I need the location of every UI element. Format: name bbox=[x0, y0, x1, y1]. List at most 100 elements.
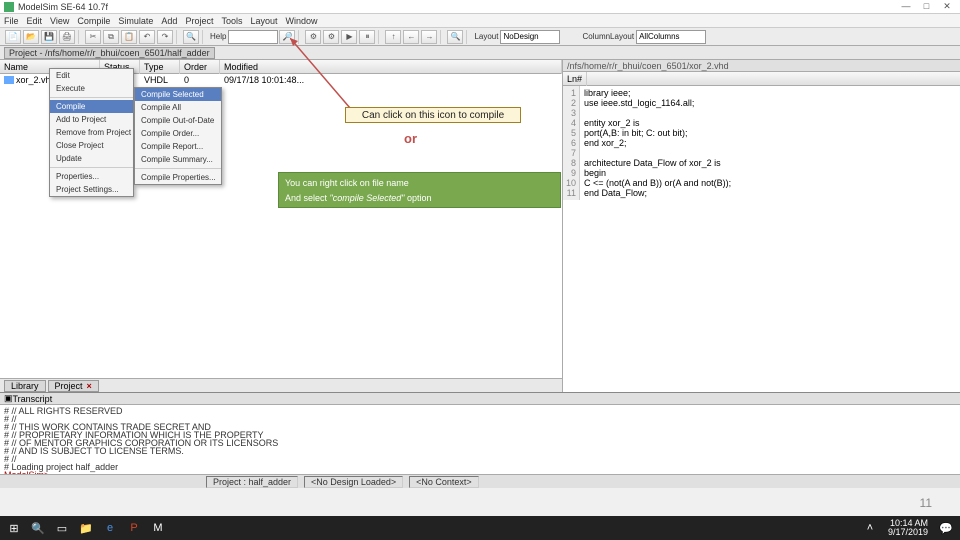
transcript-title: Transcript bbox=[13, 394, 53, 404]
layout-select[interactable] bbox=[500, 30, 560, 44]
paste-button[interactable]: 📋 bbox=[121, 30, 137, 44]
ctx-compile-selected[interactable]: Compile Selected bbox=[135, 88, 221, 101]
nav-back-button[interactable]: ← bbox=[403, 30, 419, 44]
ctx-compile-report[interactable]: Compile Report... bbox=[135, 140, 221, 153]
toolbar-row1: 📄 📂 💾 🖨 ✂ ⧉ 📋 ↶ ↷ 🔍 Help 🔎 ⚙ ⚙ ▶ ⏸ ↑ ← →… bbox=[0, 28, 960, 46]
status-design: <No Design Loaded> bbox=[304, 476, 403, 488]
menu-edit[interactable]: Edit bbox=[27, 16, 43, 26]
code-line: C <= (not(A and B)) or(A and not(B)); bbox=[584, 178, 956, 188]
notification-icon[interactable]: 💬 bbox=[936, 519, 956, 537]
code-editor[interactable]: 1234567891011 library ieee; use ieee.std… bbox=[563, 86, 960, 200]
ctx-compile-properties[interactable]: Compile Properties... bbox=[135, 171, 221, 184]
ctx-edit[interactable]: Edit bbox=[50, 69, 133, 82]
status-context: <No Context> bbox=[409, 476, 479, 488]
maximize-button[interactable]: □ bbox=[917, 1, 935, 11]
toolbar-separator bbox=[378, 30, 382, 44]
menu-window[interactable]: Window bbox=[286, 16, 318, 26]
col-type[interactable]: Type bbox=[140, 60, 180, 74]
ie-icon[interactable]: e bbox=[100, 519, 120, 537]
simulate-button[interactable]: ▶ bbox=[341, 30, 357, 44]
new-button[interactable]: 📄 bbox=[5, 30, 21, 44]
tab-library[interactable]: Library bbox=[4, 380, 46, 392]
code-line: architecture Data_Flow of xor_2 is bbox=[584, 158, 956, 168]
code-body[interactable]: library ieee; use ieee.std_logic_1164.al… bbox=[580, 86, 960, 200]
context-menu-compile: Compile Selected Compile All Compile Out… bbox=[134, 87, 222, 185]
transcript-title-icon: ▣ bbox=[4, 393, 13, 404]
app-logo-icon bbox=[4, 2, 14, 12]
menu-compile[interactable]: Compile bbox=[77, 16, 110, 26]
code-line: library ieee; bbox=[584, 88, 956, 98]
ctx-properties[interactable]: Properties... bbox=[50, 170, 133, 183]
menu-project[interactable]: Project bbox=[185, 16, 213, 26]
ctx-close-project[interactable]: Close Project bbox=[50, 139, 133, 152]
print-button[interactable]: 🖨 bbox=[59, 30, 75, 44]
modelsim-icon[interactable]: M bbox=[148, 519, 168, 537]
ctx-update[interactable]: Update bbox=[50, 152, 133, 165]
compile-button[interactable]: ⚙ bbox=[305, 30, 321, 44]
minimize-button[interactable]: — bbox=[897, 1, 915, 11]
editor-tab[interactable]: /nfs/home/r/r_bhui/coen_6501/xor_2.vhd bbox=[563, 60, 960, 72]
find-button[interactable]: 🔍 bbox=[183, 30, 199, 44]
menu-file[interactable]: File bbox=[4, 16, 19, 26]
file-explorer-icon[interactable]: 📁 bbox=[76, 519, 96, 537]
ctx-compile[interactable]: Compile bbox=[50, 100, 133, 113]
powerpoint-icon[interactable]: P bbox=[124, 519, 144, 537]
menu-view[interactable]: View bbox=[50, 16, 69, 26]
zoom-button[interactable]: 🔍 bbox=[447, 30, 463, 44]
help-search[interactable] bbox=[228, 30, 278, 44]
transcript-line: # // ALL RIGHTS RESERVED bbox=[4, 407, 956, 415]
nav-fwd-button[interactable]: → bbox=[421, 30, 437, 44]
ctx-project-settings[interactable]: Project Settings... bbox=[50, 183, 133, 196]
close-icon[interactable]: × bbox=[87, 381, 92, 391]
ctx-compile-ood[interactable]: Compile Out-of-Date bbox=[135, 114, 221, 127]
project-path: Project - /nfs/home/r/r_bhui/coen_6501/h… bbox=[4, 47, 215, 59]
transcript-body[interactable]: # // ALL RIGHTS RESERVED # // # // THIS … bbox=[0, 405, 960, 474]
toolbar-separator bbox=[466, 30, 470, 44]
callout-line1: You can right click on file name bbox=[285, 176, 554, 191]
code-line bbox=[584, 148, 956, 158]
cut-button[interactable]: ✂ bbox=[85, 30, 101, 44]
code-line: use ieee.std_logic_1164.all; bbox=[584, 98, 956, 108]
nav-up-button[interactable]: ↑ bbox=[385, 30, 401, 44]
col-modified[interactable]: Modified bbox=[220, 60, 562, 74]
search-icon[interactable]: 🔍 bbox=[28, 519, 48, 537]
tab-project[interactable]: Project× bbox=[48, 380, 99, 392]
break-button[interactable]: ⏸ bbox=[359, 30, 375, 44]
columns-select[interactable] bbox=[636, 30, 706, 44]
toolbar-separator bbox=[176, 30, 180, 44]
line-gutter: 1234567891011 bbox=[563, 86, 580, 200]
transcript-header: ▣ Transcript bbox=[0, 393, 960, 405]
menu-layout[interactable]: Layout bbox=[250, 16, 277, 26]
transcript-prompt[interactable]: ModelSim> bbox=[4, 471, 956, 474]
ctx-add-to-project[interactable]: Add to Project bbox=[50, 113, 133, 126]
menu-simulate[interactable]: Simulate bbox=[118, 16, 153, 26]
col-order[interactable]: Order bbox=[180, 60, 220, 74]
copy-button[interactable]: ⧉ bbox=[103, 30, 119, 44]
callout-line2: And select "compile Selected" option bbox=[285, 191, 554, 206]
status-bar: Project : half_adder <No Design Loaded> … bbox=[0, 474, 960, 488]
redo-button[interactable]: ↷ bbox=[157, 30, 173, 44]
ctx-remove[interactable]: Remove from Project bbox=[50, 126, 133, 139]
menu-tools[interactable]: Tools bbox=[221, 16, 242, 26]
close-button[interactable]: ✕ bbox=[938, 1, 956, 12]
undo-button[interactable]: ↶ bbox=[139, 30, 155, 44]
code-line: end Data_Flow; bbox=[584, 188, 956, 198]
ctx-compile-order[interactable]: Compile Order... bbox=[135, 127, 221, 140]
help-go-button[interactable]: 🔎 bbox=[279, 30, 295, 44]
ctx-compile-summary[interactable]: Compile Summary... bbox=[135, 153, 221, 166]
open-button[interactable]: 📂 bbox=[23, 30, 39, 44]
menu-add[interactable]: Add bbox=[161, 16, 177, 26]
menu-bar: File Edit View Compile Simulate Add Proj… bbox=[0, 14, 960, 28]
ctx-execute[interactable]: Execute bbox=[50, 82, 133, 95]
tray-up-icon[interactable]: ˄ bbox=[860, 519, 880, 537]
save-button[interactable]: 💾 bbox=[41, 30, 57, 44]
task-view-icon[interactable]: ▭ bbox=[52, 519, 72, 537]
editor-pane: /nfs/home/r/r_bhui/coen_6501/xor_2.vhd L… bbox=[563, 60, 960, 392]
help-label: Help bbox=[210, 32, 226, 41]
system-clock[interactable]: 10:14 AM 9/17/2019 bbox=[884, 519, 932, 537]
start-button[interactable]: ⊞ bbox=[4, 519, 24, 537]
file-order: 0 bbox=[184, 75, 224, 85]
ctx-compile-all[interactable]: Compile All bbox=[135, 101, 221, 114]
compile-all-button[interactable]: ⚙ bbox=[323, 30, 339, 44]
clock-date: 9/17/2019 bbox=[888, 528, 928, 537]
